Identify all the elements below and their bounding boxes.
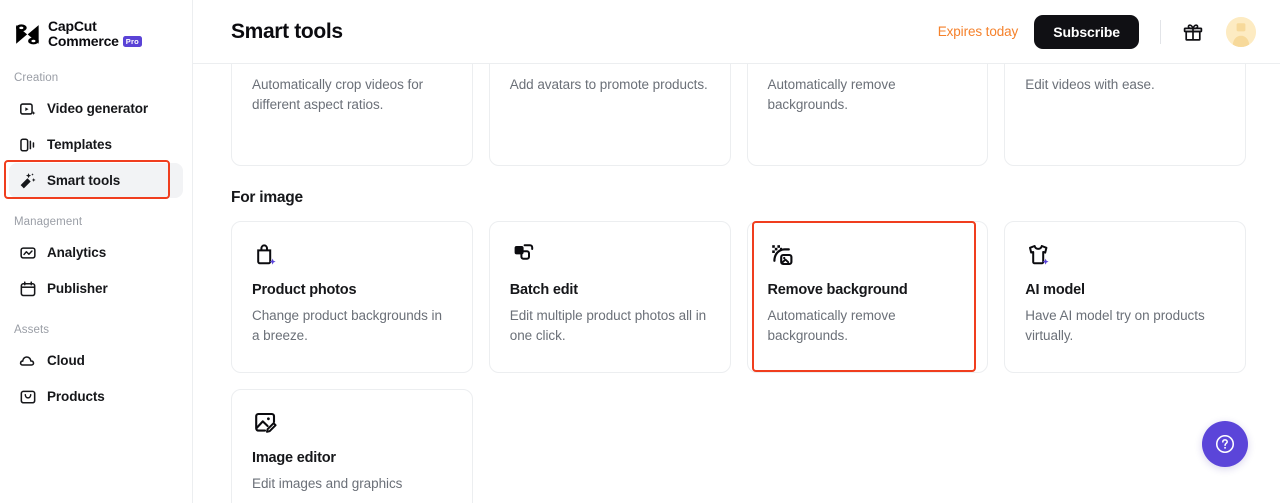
card-title: Product photos — [252, 282, 452, 298]
sidebar-section-label-management: Management — [0, 216, 192, 228]
card-video-auto-crop[interactable]: Automatically crop videos for different … — [231, 64, 473, 166]
sidebar-section-label-creation: Creation — [0, 72, 192, 84]
sidebar-item-label-video-generator: Video generator — [47, 101, 148, 116]
section-heading-for-image: For image — [231, 189, 1246, 207]
sidebar-item-templates[interactable]: Templates — [9, 127, 183, 162]
user-avatar-icon[interactable] — [1226, 17, 1256, 47]
sidebar-item-label-products: Products — [47, 389, 105, 404]
image-editor-icon — [252, 409, 280, 437]
sidebar-item-cloud[interactable]: Cloud — [9, 343, 183, 378]
sidebar-item-label-analytics: Analytics — [47, 245, 106, 260]
card-title: Batch edit — [510, 282, 710, 298]
sidebar-item-smart-tools[interactable]: Smart tools — [9, 163, 183, 198]
sidebar-item-analytics[interactable]: Analytics — [9, 235, 183, 270]
card-video-remove-background[interactable]: Automatically remove backgrounds. — [747, 64, 989, 166]
video-generator-icon — [19, 100, 37, 118]
sidebar-item-label-publisher: Publisher — [47, 281, 108, 296]
card-description: Edit images and graphics — [252, 474, 452, 494]
card-video-avatar[interactable]: Add avatars to promote products. — [489, 64, 731, 166]
brand-name-line2: Commerce — [48, 34, 119, 49]
main-content: Smart tools Expires today Subscribe — [193, 0, 1280, 503]
subscribe-button[interactable]: Subscribe — [1034, 15, 1139, 49]
card-title: Image editor — [252, 450, 452, 466]
card-batch-edit[interactable]: Batch edit Edit multiple product photos … — [489, 221, 731, 373]
product-bag-sparkle-icon — [252, 241, 280, 269]
gift-icon[interactable] — [1181, 20, 1205, 44]
card-description: Have AI model try on products virtually. — [1025, 306, 1225, 346]
cloud-icon — [19, 352, 37, 370]
capcut-logo-icon — [14, 22, 41, 47]
card-image-editor[interactable]: Image editor Edit images and graphics — [231, 389, 473, 503]
page-title: Smart tools — [231, 20, 343, 44]
help-question-icon — [1214, 433, 1236, 455]
card-description: Edit multiple product photos all in one … — [510, 306, 710, 346]
card-description: Automatically remove backgrounds. — [768, 306, 968, 346]
card-description: Change product backgrounds in a breeze. — [252, 306, 452, 346]
smart-tools-icon — [19, 172, 37, 190]
card-title: AI model — [1025, 282, 1225, 298]
publisher-icon — [19, 280, 37, 298]
sidebar: CapCut Commerce Pro Creation Video gener… — [0, 0, 193, 503]
card-remove-background[interactable]: Remove background Automatically remove b… — [747, 221, 989, 373]
card-title: Remove background — [768, 282, 968, 298]
image-tools-grid: Product photos Change product background… — [231, 221, 1246, 373]
topbar-divider — [1160, 20, 1161, 44]
sidebar-item-publisher[interactable]: Publisher — [9, 271, 183, 306]
sidebar-item-label-smart-tools: Smart tools — [47, 173, 120, 188]
tshirt-sparkle-icon — [1025, 241, 1053, 269]
remove-background-icon — [768, 241, 796, 269]
analytics-icon — [19, 244, 37, 262]
sidebar-item-label-cloud: Cloud — [47, 353, 85, 368]
video-tools-grid: Automatically crop videos for different … — [231, 64, 1246, 166]
help-button[interactable] — [1202, 421, 1248, 467]
card-product-photos[interactable]: Product photos Change product background… — [231, 221, 473, 373]
brand-logo[interactable]: CapCut Commerce Pro — [0, 0, 192, 52]
card-description: Edit videos with ease. — [1025, 75, 1225, 95]
image-tools-grid-row2: Image editor Edit images and graphics — [231, 389, 1246, 503]
batch-edit-squares-icon — [510, 241, 538, 269]
card-video-editor[interactable]: Edit videos with ease. — [1004, 64, 1246, 166]
card-description: Automatically crop videos for different … — [252, 75, 452, 115]
sidebar-item-label-templates: Templates — [47, 137, 112, 152]
app-root: CapCut Commerce Pro Creation Video gener… — [0, 0, 1280, 503]
sidebar-item-products[interactable]: Products — [9, 379, 183, 414]
card-description: Automatically remove backgrounds. — [768, 75, 968, 115]
expires-label: Expires today — [938, 24, 1019, 39]
topbar: Smart tools Expires today Subscribe — [193, 0, 1280, 64]
products-icon — [19, 388, 37, 406]
pro-badge: Pro — [123, 36, 142, 47]
templates-icon — [19, 136, 37, 154]
tools-content-scroll[interactable]: Automatically crop videos for different … — [193, 64, 1280, 503]
sidebar-item-video-generator[interactable]: Video generator — [9, 91, 183, 126]
card-ai-model[interactable]: AI model Have AI model try on products v… — [1004, 221, 1246, 373]
brand-name-line1: CapCut — [48, 19, 142, 34]
sidebar-section-label-assets: Assets — [0, 324, 192, 336]
card-description: Add avatars to promote products. — [510, 75, 710, 95]
